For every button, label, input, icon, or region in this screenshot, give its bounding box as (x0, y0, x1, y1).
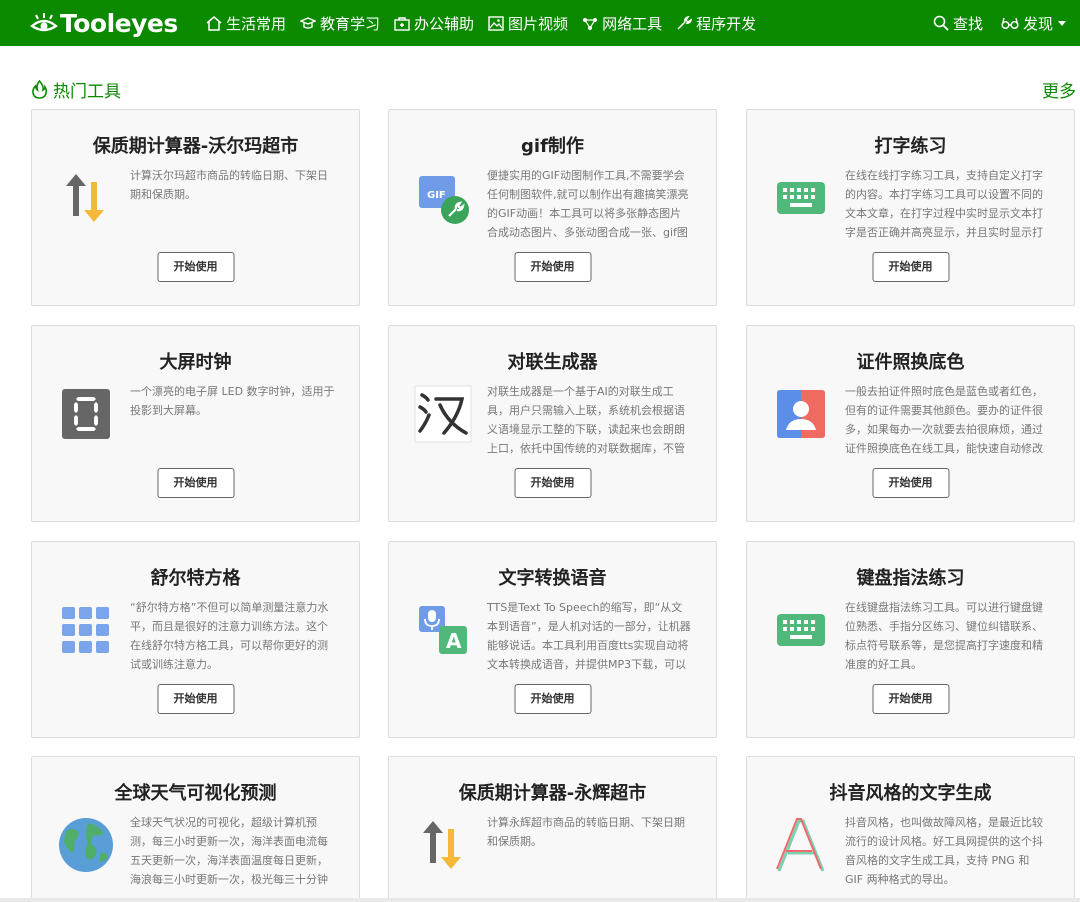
card-title: gif制作 (521, 136, 584, 157)
site-logo[interactable]: Tooleyes (29, 0, 190, 46)
card-description: 在线在线打字练习工具，支持自定义打字的内容。本打字练习工具可以设置不同的文本文章… (845, 169, 1043, 239)
nav-item-media[interactable]: 图片视频 (488, 13, 568, 34)
start-button[interactable]: 开始使用 (514, 252, 591, 282)
tool-card[interactable]: 保质期计算器-沃尔玛超市 计算沃尔玛超市商品的转临日期、下架日期和保质期。 开始… (31, 109, 360, 306)
start-button[interactable]: 开始使用 (872, 684, 949, 714)
card-title: 对联生成器 (507, 352, 598, 373)
hot-tools-header: 热门工具 更多 (31, 76, 1080, 102)
nav-item-life[interactable]: 生活常用 (206, 13, 286, 34)
card-title: 键盘指法练习 (856, 568, 965, 589)
card-description: 计算永辉超市商品的转临日期、下架日期和保质期。 (487, 816, 685, 848)
globe-icon (56, 815, 116, 875)
card-description: “舒尔特方格”不但可以简单测量注意力水平，而且是很好的注意力训练方法。这个在线舒… (130, 601, 329, 671)
keyboard-icon (771, 600, 831, 660)
tool-card[interactable]: 保质期计算器-永辉超市 计算永辉超市商品的转临日期、下架日期和保质期。 (388, 756, 717, 902)
search-icon (933, 15, 949, 31)
logo-text: Tooleyes (60, 8, 178, 38)
up-down-arrows-icon (56, 168, 116, 228)
card-description: 一个漂亮的电子屏 LED 数字时钟，适用于投影到大屏幕。 (130, 385, 335, 417)
nav-item-dev[interactable]: 程序开发 (676, 13, 756, 34)
nav-label: 网络工具 (602, 14, 663, 33)
image-icon (488, 15, 504, 31)
top-navbar: Tooleyes 生活常用 教育学习 办公辅助 图片视频 网络工具 程序开发 查… (0, 0, 1080, 46)
graduation-cap-icon (300, 16, 317, 29)
nav-label: 图片视频 (508, 14, 569, 33)
caret-down-icon (1058, 20, 1066, 26)
digital-zero-icon (56, 384, 116, 444)
card-title: 抖音风格的文字生成 (829, 783, 992, 804)
nav-item-education[interactable]: 教育学习 (300, 13, 380, 34)
card-title: 大屏时钟 (159, 352, 232, 373)
more-link[interactable]: 更多 (1042, 77, 1076, 102)
discover-dropdown[interactable]: 发现 (1001, 13, 1066, 34)
tool-card[interactable]: 打字练习 在线在线打字练习工具，支持自定义打字的内容。本打字练习工具可以设置不同… (746, 109, 1075, 306)
start-button[interactable]: 开始使用 (872, 468, 949, 498)
tool-card[interactable]: 大屏时钟 一个漂亮的电子屏 LED 数字时钟，适用于投影到大屏幕。 开始使用 (31, 325, 360, 522)
tool-card[interactable]: 对联生成器 对联生成器是一个基于AI的对联生成工具，用户只需输入上联，系统机会根… (388, 325, 717, 522)
card-description: TTS是Text To Speech的缩写，即“从文本到语音”，是人机对话的一部… (487, 601, 691, 671)
id-photo-icon (771, 384, 831, 444)
nav-item-network[interactable]: 网络工具 (582, 13, 662, 34)
search-link[interactable]: 查找 (933, 13, 983, 34)
nav-right: 查找 发现 (915, 0, 1066, 46)
nav-label: 生活常用 (226, 14, 287, 33)
card-description: 抖音风格，也叫做故障风格，是最近比较流行的设计风格。好工具网提供的这个抖音风格的… (845, 816, 1043, 886)
card-description: 便捷实用的GIF动图制作工具,不需要学会任何制图软件,就可以制作出有趣搞笑漂亮的… (487, 169, 689, 239)
grid-dots-icon (56, 600, 116, 660)
start-button[interactable]: 开始使用 (514, 468, 591, 498)
card-title: 证件照换底色 (856, 352, 965, 373)
card-description: 计算沃尔玛超市商品的转临日期、下架日期和保质期。 (130, 169, 328, 201)
tool-card[interactable]: 抖音风格的文字生成 抖音风格，也叫做故障风格，是最近比较流行的设计风格。好工具网… (746, 756, 1075, 902)
card-title: 保质期计算器-永辉超市 (458, 783, 647, 804)
up-down-arrows-icon (413, 815, 473, 875)
tool-card[interactable]: 全球天气可视化预测 全球天气状况的可视化，超级计算机预测，每三小时更新一次，海洋… (31, 756, 360, 902)
han-character-icon (413, 384, 473, 444)
tool-card[interactable]: 键盘指法练习 在线键盘指法练习工具。可以进行键盘键位熟悉、手指分区练习、键位纠错… (746, 541, 1075, 738)
section-title-text: 热门工具 (53, 81, 121, 102)
nav-item-office[interactable]: 办公辅助 (394, 13, 474, 34)
section-title: 热门工具 (31, 77, 121, 102)
discover-label: 发现 (1022, 14, 1053, 33)
card-description: 对联生成器是一个基于AI的对联生成工具，用户只需输入上联，系统机会根据语义语境显… (487, 385, 685, 455)
home-icon (206, 15, 222, 31)
start-button[interactable]: 开始使用 (157, 252, 234, 282)
glitch-letter-a-icon (771, 815, 831, 875)
card-title: 文字转换语音 (498, 568, 607, 589)
main-nav: 生活常用 教育学习 办公辅助 图片视频 网络工具 程序开发 (206, 13, 770, 34)
nav-label: 办公辅助 (414, 14, 475, 33)
card-title: 打字练习 (874, 136, 947, 157)
search-label: 查找 (952, 14, 983, 33)
start-button[interactable]: 开始使用 (157, 468, 234, 498)
mic-letter-a-icon: A (413, 600, 473, 660)
horizontal-scrollbar[interactable] (0, 898, 1080, 902)
card-description: 在线键盘指法练习工具。可以进行键盘键位熟悉、手指分区练习、键位纠错联系、标点符号… (845, 601, 1043, 671)
start-button[interactable]: 开始使用 (157, 684, 234, 714)
card-title: 舒尔特方格 (150, 568, 241, 589)
card-title: 全球天气可视化预测 (114, 783, 277, 804)
svg-text:GIF: GIF (427, 190, 446, 201)
gif-wrench-icon: GIF (413, 168, 473, 228)
nav-label: 教育学习 (320, 14, 381, 33)
wrench-icon (677, 15, 693, 30)
start-button[interactable]: 开始使用 (872, 252, 949, 282)
tool-card[interactable]: gif制作 GIF 便捷实用的GIF动图制作工具,不需要学会任何制图软件,就可以… (388, 109, 717, 306)
keyboard-icon (771, 168, 831, 228)
eye-logo-icon (29, 12, 59, 34)
briefcase-icon (394, 16, 410, 31)
start-button[interactable]: 开始使用 (514, 684, 591, 714)
fire-icon (32, 79, 48, 99)
card-title: 保质期计算器-沃尔玛超市 (92, 136, 299, 157)
nav-label: 程序开发 (696, 14, 757, 33)
glasses-icon (1001, 17, 1019, 30)
tool-card[interactable]: 证件照换底色 一般去拍证件照时底色是蓝色或者红色，但有的证件需要其他颜色。要办的… (746, 325, 1075, 522)
svg-text:A: A (446, 629, 462, 653)
tool-card[interactable]: 文字转换语音 A TTS是Text To Speech的缩写，即“从文本到语音”… (388, 541, 717, 738)
tool-card[interactable]: 舒尔特方格 “舒尔特方格”不但可以简单测量注意力水平，而且是很好的注意力训练方法… (31, 541, 360, 738)
card-description: 全球天气状况的可视化，超级计算机预测，每三小时更新一次，海洋表面电流每五天更新一… (130, 816, 328, 886)
network-icon (583, 17, 598, 30)
card-description: 一般去拍证件照时底色是蓝色或者红色，但有的证件需要其他颜色。要办的证件很多，如果… (845, 385, 1043, 455)
